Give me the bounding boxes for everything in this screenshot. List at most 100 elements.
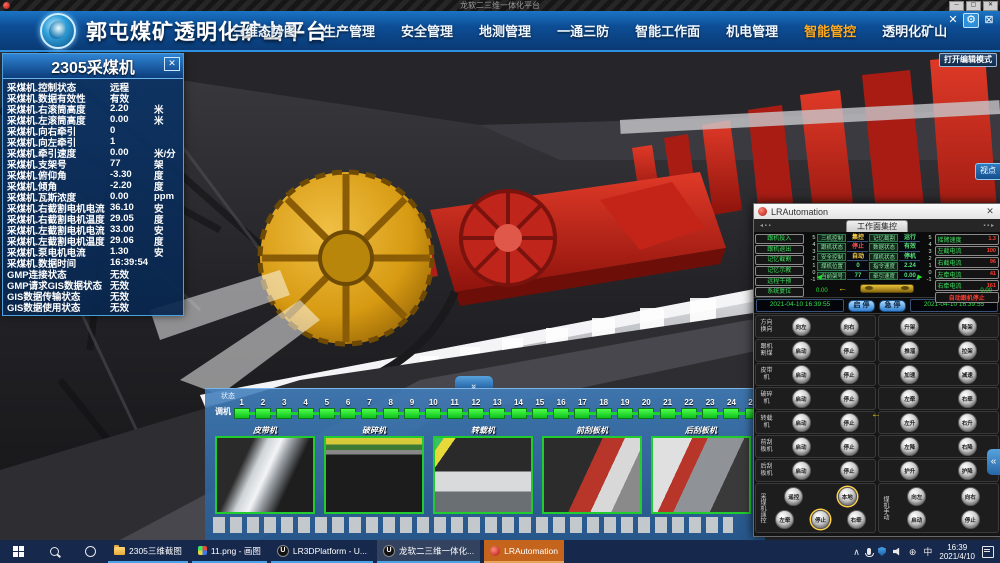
camera-feed[interactable]: 转载机 <box>433 425 533 514</box>
control-button-a[interactable]: 左牵 <box>900 389 919 408</box>
mode-button[interactable]: 系统复位 <box>755 287 804 297</box>
control-button-a[interactable]: 升架 <box>900 317 919 336</box>
camera-feed[interactable]: 皮带机 <box>215 425 315 514</box>
taskbar-app-paint[interactable]: 11.png - 画图 <box>192 540 267 563</box>
start-button[interactable]: 启动 <box>792 461 811 480</box>
support-status-cell[interactable]: 11 <box>444 398 465 419</box>
support-status-cell[interactable]: 16 <box>550 398 571 419</box>
header-window-tool-icon[interactable]: ⊠ <box>982 14 996 27</box>
telemetry-button[interactable]: 右截电流 96 <box>935 257 999 268</box>
panel-close-icon[interactable]: ✕ <box>164 57 180 71</box>
control-button-a[interactable]: 左升 <box>900 413 919 432</box>
header-close-tool-icon[interactable]: ✕ <box>946 14 960 27</box>
support-status-cell[interactable]: 8 <box>380 398 401 419</box>
network-globe-icon[interactable]: ⊕ <box>909 547 917 557</box>
support-status-cell[interactable]: 6 <box>337 398 358 419</box>
control-button-b[interactable]: 降架 <box>958 317 977 336</box>
taskbar-search-button[interactable] <box>36 540 72 563</box>
side-panel-collapse-tab[interactable]: « <box>987 449 1000 475</box>
control-button-a[interactable]: 左降 <box>900 437 919 456</box>
move-right-button[interactable]: 向右 <box>961 487 980 506</box>
nav-item[interactable]: 机电管理 <box>726 21 778 40</box>
header-settings-gear-icon[interactable]: ⚙ <box>963 13 979 28</box>
haul-right-button[interactable]: 右牵 <box>847 510 866 529</box>
stop-button[interactable]: 停止 <box>840 461 859 480</box>
speaker-icon[interactable] <box>893 548 902 556</box>
stop-button[interactable]: 停止 <box>840 341 859 360</box>
nav-item[interactable]: 透明化矿山 <box>882 21 947 40</box>
taskbar-app-lr3dplatform[interactable]: U LR3DPlatform - U... <box>271 540 373 563</box>
support-status-cell[interactable]: 12 <box>465 398 486 419</box>
stop-button[interactable]: 停止 <box>840 365 859 384</box>
control-button-b[interactable]: 右牵 <box>958 389 977 408</box>
microphone-icon[interactable] <box>867 548 871 555</box>
security-shield-icon[interactable] <box>878 547 886 556</box>
stop-button[interactable]: 停止 <box>840 389 859 408</box>
support-status-cell[interactable]: 19 <box>614 398 635 419</box>
local-button[interactable]: 本地 <box>838 487 857 506</box>
control-button-a[interactable]: 护升 <box>900 461 919 480</box>
support-status-cell[interactable]: 1 <box>231 398 252 419</box>
control-button-b[interactable]: 右降 <box>958 437 977 456</box>
camera-feed-image[interactable] <box>324 436 424 514</box>
halt-button[interactable]: 停止 <box>811 510 830 529</box>
move-left-button[interactable]: 向左 <box>907 487 926 506</box>
support-status-cell[interactable]: 13 <box>487 398 508 419</box>
support-status-cell[interactable]: 24 <box>721 398 742 419</box>
control-button-b[interactable]: 拉架 <box>958 341 977 360</box>
telemetry-button[interactable]: 左牵电流 41 <box>935 269 999 280</box>
nav-item[interactable]: 生产管理 <box>323 21 375 40</box>
mode-button[interactable]: 跟机投入 <box>755 234 804 244</box>
camera-feed-image[interactable] <box>651 436 751 514</box>
camera-feed[interactable]: 前刮板机 <box>542 425 642 514</box>
support-status-cell[interactable]: 15 <box>529 398 550 419</box>
support-status-cell[interactable]: 23 <box>700 398 721 419</box>
lrautomation-close-icon[interactable]: ✕ <box>984 206 996 217</box>
stop-button[interactable]: 停止 <box>961 510 980 529</box>
taskbar-app-lrautomation[interactable]: LRAutomation <box>484 540 564 563</box>
control-button-a[interactable]: 推溜 <box>900 341 919 360</box>
start-button[interactable] <box>0 540 36 563</box>
start-button[interactable]: 启动 <box>907 510 926 529</box>
haul-left-button[interactable]: 左牵 <box>775 510 794 529</box>
support-status-cell[interactable]: 3 <box>274 398 295 419</box>
nav-item[interactable]: 智能工作面 <box>635 21 700 40</box>
telemetry-button[interactable]: 左截电流 100 <box>935 246 999 257</box>
stop-button[interactable]: 向右 <box>840 317 859 336</box>
support-status-cell[interactable]: 17 <box>572 398 593 419</box>
support-status-cell[interactable]: 18 <box>593 398 614 419</box>
estop-button[interactable]: 急 停 <box>879 300 906 312</box>
viewpoint-tab[interactable]: 视点 <box>975 163 1000 180</box>
tray-expand-icon[interactable]: ∧ <box>853 547 860 557</box>
camera-feed-image[interactable] <box>433 436 533 514</box>
cortana-button[interactable] <box>72 540 108 563</box>
nav-item[interactable]: 智能管控 <box>804 21 856 40</box>
tab-workface-control[interactable]: 工作面集控 <box>846 220 908 232</box>
support-status-cell[interactable]: 14 <box>508 398 529 419</box>
ime-indicator[interactable]: 中 <box>923 547 932 557</box>
camera-feed[interactable]: 破碎机 <box>324 425 424 514</box>
start-button[interactable]: 启动 <box>792 389 811 408</box>
notification-center-icon[interactable] <box>982 546 994 558</box>
remote-button[interactable]: 遥控 <box>784 487 803 506</box>
support-status-cell[interactable]: 9 <box>401 398 422 419</box>
start-button[interactable]: 启动 <box>792 341 811 360</box>
thumbnail-strip[interactable] <box>213 517 733 533</box>
nav-item[interactable]: 安全管理 <box>401 21 453 40</box>
mode-button[interactable]: 远程干预 <box>755 277 804 287</box>
mode-button[interactable]: 跟机退出 <box>755 245 804 255</box>
stop-button[interactable]: 停止 <box>840 437 859 456</box>
mode-button[interactable]: 记忆示教 <box>755 266 804 276</box>
start-stop-button[interactable]: 启 停 <box>848 300 875 312</box>
support-status-cell[interactable]: 20 <box>636 398 657 419</box>
control-button-b[interactable]: 右升 <box>958 413 977 432</box>
mode-button[interactable]: 记忆截割 <box>755 255 804 265</box>
support-status-cell[interactable]: 2 <box>252 398 273 419</box>
open-edit-mode-button[interactable]: 打开编辑模式 <box>939 53 997 67</box>
stop-button[interactable]: 停止 <box>840 413 859 432</box>
taskbar-clock[interactable]: 16:39 2021/4/10 <box>939 543 975 561</box>
nav-item[interactable]: 一通三防 <box>557 21 609 40</box>
nav-item[interactable]: 地测管理 <box>479 21 531 40</box>
camera-panel-collapse-tab[interactable]: « <box>455 376 493 388</box>
start-button[interactable]: 向左 <box>792 317 811 336</box>
